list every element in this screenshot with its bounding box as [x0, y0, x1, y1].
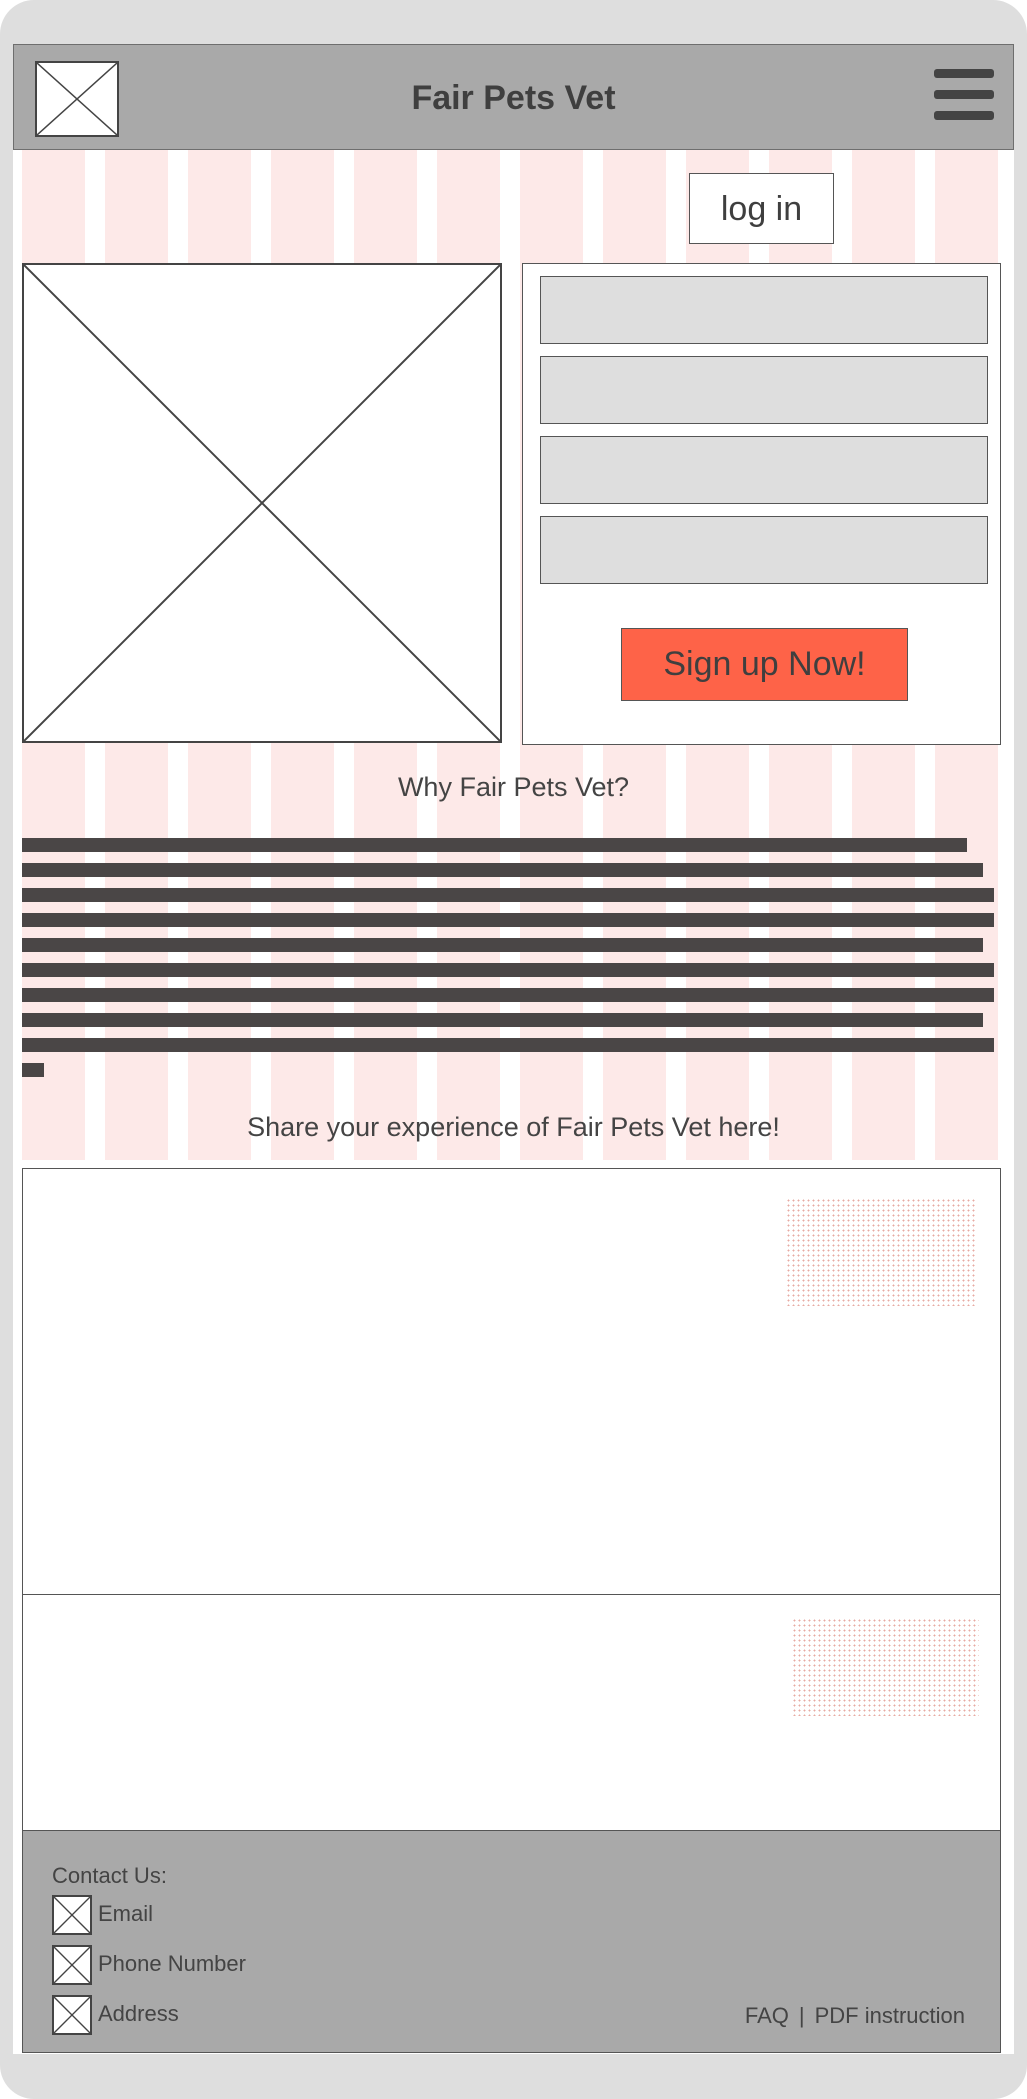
text-line-placeholder: [22, 988, 994, 1002]
why-heading: Why Fair Pets Vet?: [397, 772, 630, 802]
address-icon: [52, 1995, 92, 2035]
text-line-placeholder: [22, 963, 994, 977]
hero-image-placeholder: [22, 263, 502, 743]
site-title: Fair Pets Vet: [411, 79, 616, 117]
link-separator: |: [798, 2003, 805, 2028]
contact-address-label[interactable]: Address: [98, 2001, 179, 2027]
text-line-placeholder: [22, 888, 994, 902]
hamburger-menu-icon[interactable]: [934, 69, 994, 123]
text-line-placeholder: [22, 1038, 994, 1052]
signup-field-2[interactable]: [540, 356, 988, 424]
signup-button[interactable]: Sign up Now!: [621, 628, 908, 701]
footer-links: FAQ | PDF instruction: [745, 2003, 965, 2029]
share-heading: Share your experience of Fair Pets Vet h…: [247, 1112, 780, 1142]
review-image: [786, 1198, 977, 1306]
signup-field-1[interactable]: [540, 276, 988, 344]
text-line-placeholder: [22, 1013, 983, 1027]
site-header: Fair Pets Vet: [13, 44, 1014, 150]
signup-field-3[interactable]: [540, 436, 988, 504]
device-frame: Fair Pets Vet log in Sign up Now! Why Fa…: [0, 0, 1027, 2099]
screen: Fair Pets Vet log in Sign up Now! Why Fa…: [13, 44, 1014, 2054]
faq-link[interactable]: FAQ: [745, 2003, 789, 2028]
site-footer: Contact Us: Email Phone Number Address F…: [22, 1830, 1001, 2053]
text-line-placeholder: [22, 1063, 44, 1077]
review-image: [792, 1618, 979, 1716]
phone-icon: [52, 1945, 92, 1985]
contact-heading: Contact Us:: [52, 1863, 167, 1888]
text-line-placeholder: [22, 913, 994, 927]
review-card[interactable]: [22, 1594, 1001, 1831]
text-line-placeholder: [22, 938, 983, 952]
review-card[interactable]: [22, 1168, 1001, 1595]
login-button[interactable]: log in: [689, 173, 834, 244]
text-line-placeholder: [22, 838, 967, 852]
contact-phone-label[interactable]: Phone Number: [98, 1951, 246, 1977]
signup-field-4[interactable]: [540, 516, 988, 584]
pdf-instruction-link[interactable]: PDF instruction: [815, 2003, 965, 2028]
contact-email-label[interactable]: Email: [98, 1901, 153, 1927]
text-line-placeholder: [22, 863, 983, 877]
email-icon: [52, 1895, 92, 1935]
signup-form: Sign up Now!: [522, 263, 1001, 745]
